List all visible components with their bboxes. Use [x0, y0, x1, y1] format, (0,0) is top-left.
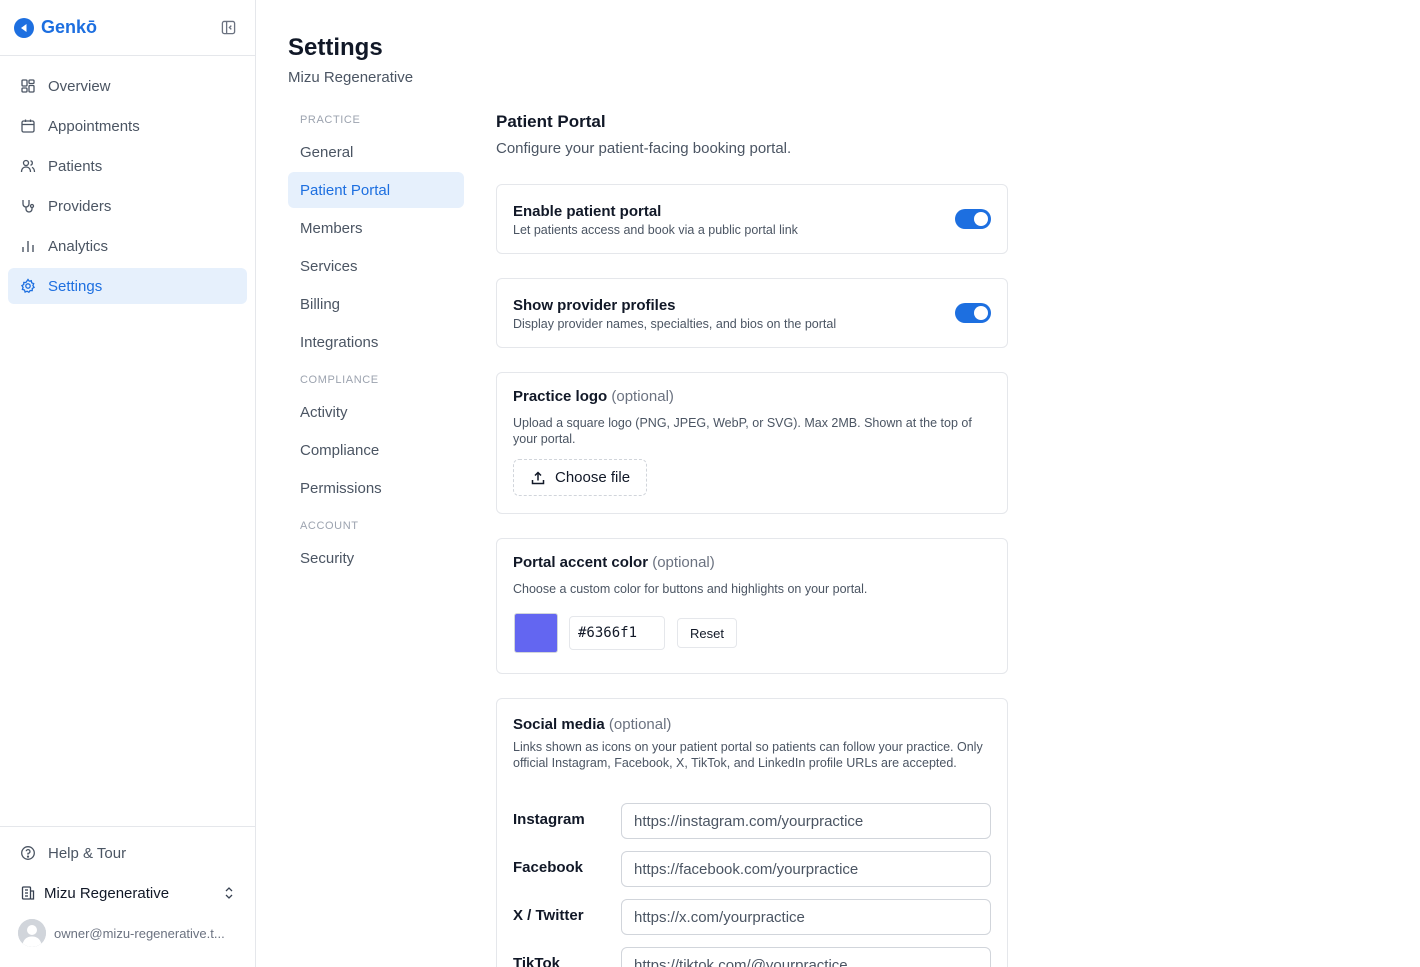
sidebar-item-label: Patients [48, 157, 103, 175]
social-row-instagram: Instagram https://instagram.com/yourprac… [513, 803, 991, 839]
enable-portal-toggle[interactable] [955, 209, 991, 229]
practice-logo-desc: Upload a square logo (PNG, JPEG, WebP, o… [513, 416, 972, 446]
sidebar-item-providers[interactable]: Providers [8, 188, 247, 224]
optional-tag: (optional) [652, 554, 715, 571]
accent-color-desc: Choose a custom color for buttons and hi… [513, 582, 868, 596]
settings-nav-general[interactable]: General [288, 134, 464, 170]
help-circle-icon [21, 846, 35, 860]
practice-logo-card: Practice logo (optional) Upload a square… [496, 372, 1008, 514]
social-row-x: X / Twitter https://x.com/yourpractice [513, 899, 991, 935]
x-twitter-label: X / Twitter [513, 907, 584, 924]
choose-file-label: Choose file [555, 469, 631, 486]
chevron-up-down-icon [225, 887, 233, 899]
settings-nav-compliance[interactable]: Compliance [288, 432, 464, 468]
building-icon [21, 886, 35, 900]
brand-header: Genkō [0, 0, 255, 56]
portal-settings-header: Patient Portal Configure your patient-fa… [496, 112, 1008, 157]
settings-nav-activity[interactable]: Activity [288, 394, 464, 430]
enable-portal-desc: Let patients access and book via a publi… [513, 223, 798, 237]
sidebar-item-label: Settings [48, 277, 103, 295]
help-tour-label: Help & Tour [48, 844, 127, 862]
user-account-row[interactable]: owner@mizu-regenerative.t... [8, 915, 247, 951]
enable-portal-card: Enable patient portal Let patients acces… [496, 184, 1008, 254]
settings-section-account: ACCOUNT [300, 520, 359, 532]
gear-icon [20, 278, 36, 294]
instagram-label: Instagram [513, 811, 585, 828]
provider-profiles-card: Show provider profiles Display provider … [496, 278, 1008, 348]
settings-section-compliance: COMPLIANCE [300, 374, 379, 386]
facebook-input[interactable]: https://facebook.com/yourpractice [621, 851, 991, 887]
sidebar-item-label: Providers [48, 197, 112, 215]
x-twitter-input[interactable]: https://x.com/yourpractice [621, 899, 991, 935]
sidebar-collapse-icon[interactable] [220, 19, 237, 36]
section-title: Patient Portal [496, 112, 606, 131]
social-row-facebook: Facebook https://facebook.com/yourpracti… [513, 851, 991, 887]
settings-nav-patient-portal[interactable]: Patient Portal [288, 172, 464, 208]
settings-nav-permissions[interactable]: Permissions [288, 470, 464, 506]
sidebar-item-label: Appointments [48, 117, 140, 135]
optional-tag: (optional) [611, 388, 674, 405]
accent-color-swatch[interactable] [514, 613, 558, 653]
settings-section-practice: PRACTICE [300, 114, 361, 126]
social-media-desc: Links shown as icons on your patient por… [513, 740, 983, 770]
help-tour-button[interactable]: Help & Tour [8, 835, 247, 871]
provider-profiles-title: Show provider profiles [513, 297, 676, 314]
sidebar-item-settings[interactable]: Settings [8, 268, 247, 304]
sidebar-item-label: Overview [48, 77, 111, 95]
app-sidebar: Genkō Overview Appointments Patients Pro… [0, 0, 256, 967]
accent-hex-input[interactable]: #6366f1 [569, 616, 665, 650]
tiktok-input[interactable]: https://tiktok.com/@yourpractice [621, 947, 991, 967]
sidebar-item-appointments[interactable]: Appointments [8, 108, 247, 144]
settings-nav-members[interactable]: Members [288, 210, 464, 246]
calendar-icon [21, 119, 35, 133]
section-subtitle: Configure your patient-facing booking po… [496, 140, 792, 157]
grid-icon [21, 79, 35, 93]
main-nav: Overview Appointments Patients Providers… [0, 56, 255, 304]
stethoscope-icon [22, 200, 35, 213]
sidebar-item-analytics[interactable]: Analytics [8, 228, 247, 264]
enable-portal-title: Enable patient portal [513, 203, 662, 220]
bar-chart-icon [22, 241, 34, 252]
sidebar-footer: Help & Tour Mizu Regenerative owner@mizu… [0, 826, 255, 967]
avatar [18, 919, 46, 947]
practice-switcher[interactable]: Mizu Regenerative [8, 875, 247, 911]
accent-color-title-text: Portal accent color [513, 554, 649, 571]
provider-profiles-desc: Display provider names, specialties, and… [513, 317, 837, 331]
page-subtitle: Mizu Regenerative [288, 69, 414, 86]
brand-name[interactable]: Genkō [41, 17, 97, 38]
choose-file-button[interactable]: Choose file [513, 459, 648, 496]
social-media-title: Social media (optional) [513, 716, 671, 733]
settings-nav-integrations[interactable]: Integrations [288, 324, 464, 360]
sidebar-item-patients[interactable]: Patients [8, 148, 247, 184]
settings-nav-billing[interactable]: Billing [288, 286, 464, 322]
users-icon [20, 159, 36, 173]
practice-logo-title: Practice logo (optional) [513, 388, 674, 405]
optional-tag: (optional) [608, 716, 672, 733]
settings-nav-security[interactable]: Security [288, 540, 464, 576]
page-title: Settings [288, 34, 383, 61]
upload-icon [531, 470, 545, 484]
instagram-input[interactable]: https://instagram.com/yourpractice [621, 803, 991, 839]
accent-color-card: Portal accent color (optional) Choose a … [496, 538, 1008, 674]
social-media-title-text: Social media [513, 716, 605, 733]
settings-nav: PRACTICE General Patient Portal Members … [288, 108, 464, 576]
sidebar-item-label: Analytics [48, 237, 109, 255]
practice-name: Mizu Regenerative [44, 884, 170, 902]
social-row-tiktok: TikTok https://tiktok.com/@yourpractice [513, 947, 991, 967]
accent-color-title: Portal accent color (optional) [513, 554, 715, 571]
reset-color-button[interactable]: Reset [677, 618, 737, 648]
settings-nav-services[interactable]: Services [288, 248, 464, 284]
sidebar-item-overview[interactable]: Overview [8, 68, 247, 104]
brand-logo-icon[interactable] [14, 17, 34, 38]
user-email: owner@mizu-regenerative.t... [54, 925, 225, 941]
facebook-label: Facebook [513, 859, 584, 876]
tiktok-label: TikTok [513, 955, 560, 967]
social-media-card: Social media (optional) Links shown as i… [496, 698, 1008, 967]
practice-logo-title-text: Practice logo [513, 388, 608, 405]
provider-profiles-toggle[interactable] [955, 303, 991, 323]
